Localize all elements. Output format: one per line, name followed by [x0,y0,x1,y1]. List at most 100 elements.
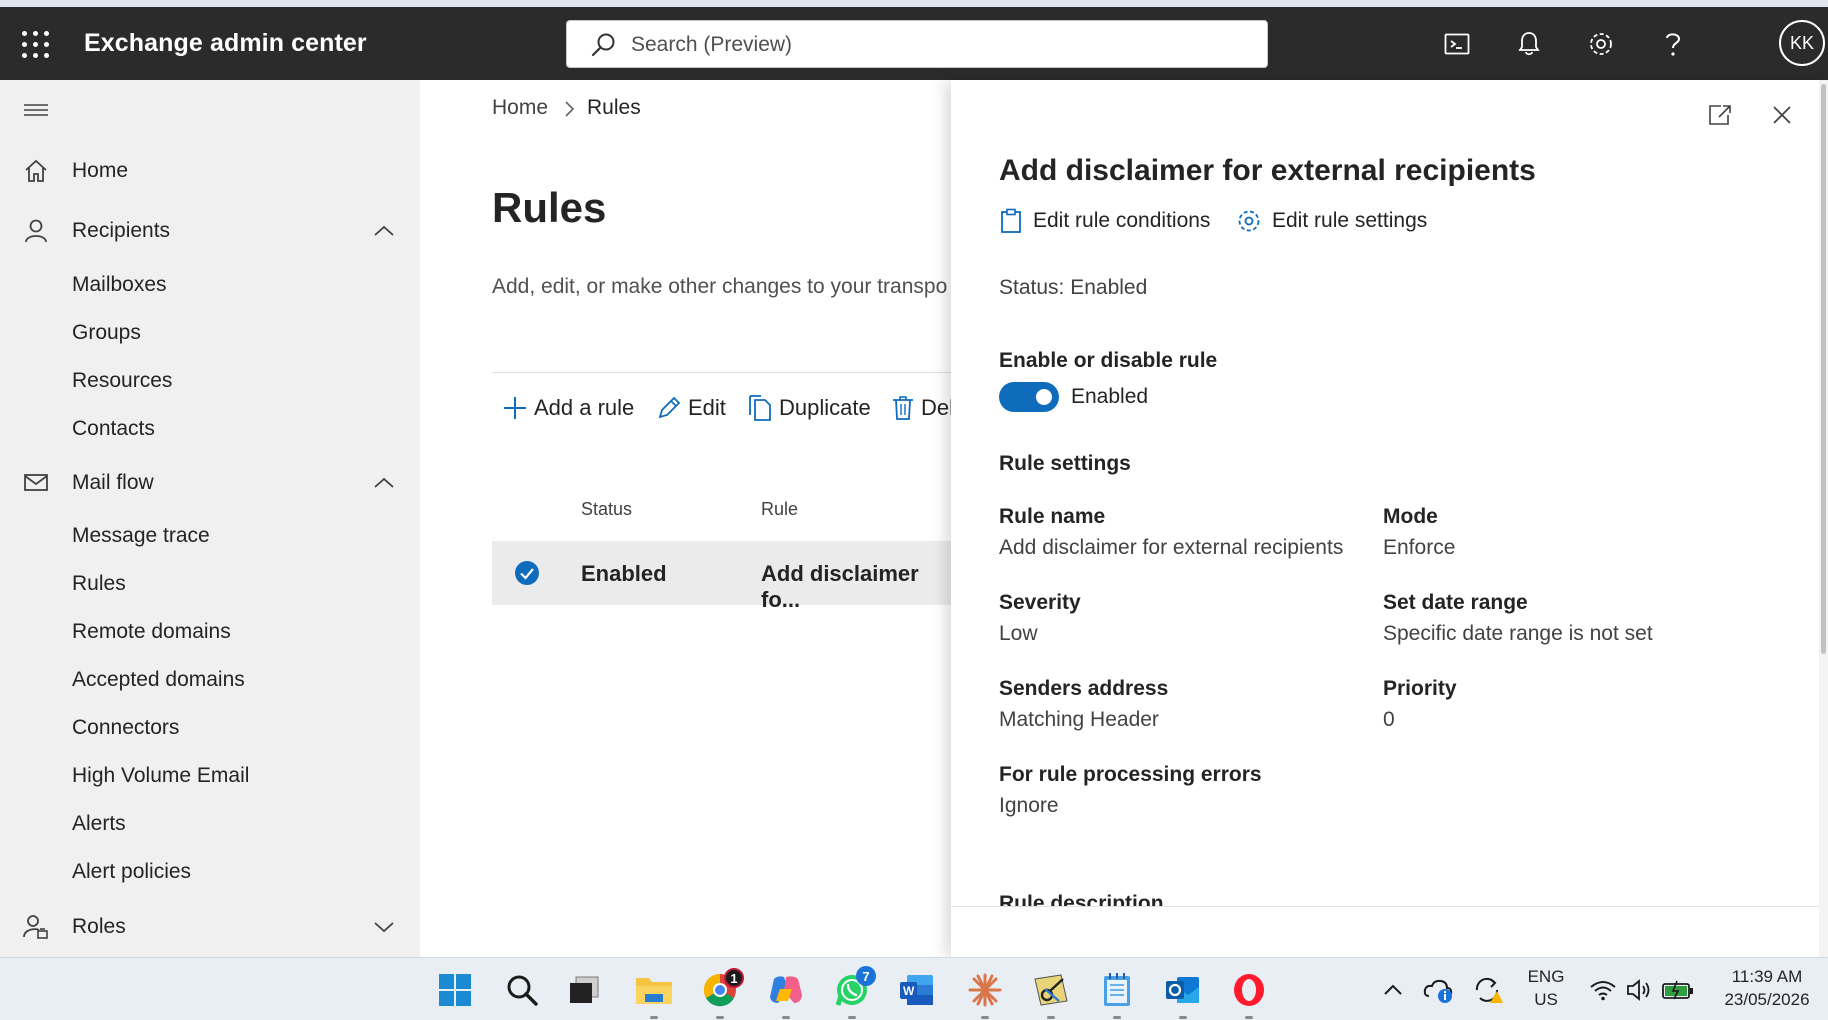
clock-time[interactable]: 11:39 AM [1712,967,1822,987]
add-rule-label: Add a rule [534,395,635,420]
nav-item-mail-flow[interactable]: Mail flow [0,461,420,505]
nav-sub-message-trace[interactable]: Message trace [72,524,210,548]
battery-charging-icon[interactable] [1659,971,1697,1009]
nav-sub-rules[interactable]: Rules [72,572,126,596]
claude-icon[interactable] [966,971,1004,1009]
top-bar: Exchange admin center KK [0,7,1828,80]
severity-label: Severity [999,591,1081,614]
edit-rule-settings-button[interactable]: Edit rule settings [1236,208,1427,234]
nav-label-home: Home [72,159,129,182]
sync-warning-icon[interactable] [1469,971,1507,1009]
hamburger-menu-icon[interactable] [22,100,50,120]
edit-rule-conditions-button[interactable]: Edit rule conditions [999,208,1210,234]
page-description: Add, edit, or make other changes to your… [492,275,948,298]
panel-scrollbar[interactable] [1819,80,1828,957]
outlook-icon[interactable] [1164,971,1202,1009]
search-icon [591,33,615,57]
clock-date[interactable]: 23/05/2026 [1712,990,1822,1010]
enable-rule-toggle[interactable] [999,382,1059,412]
app-launcher-icon[interactable] [20,29,50,59]
help-icon[interactable] [1656,27,1690,61]
mode-value: Enforce [1383,536,1456,559]
onedrive-info-icon[interactable] [1420,971,1458,1009]
breadcrumb-home[interactable]: Home [492,96,548,120]
nav-sub-high-volume-email[interactable]: High Volume Email [72,764,249,788]
scrollbar-thumb[interactable] [1821,84,1826,654]
whatsapp-notification-badge: 7 [856,966,876,986]
nav-sub-remote-domains[interactable]: Remote domains [72,620,231,644]
row-rule-cell: Add disclaimer fo... [761,561,919,612]
nav-item-roles[interactable]: Roles [0,905,420,949]
rule-settings-heading: Rule settings [999,452,1131,475]
nav-sub-groups[interactable]: Groups [72,321,141,345]
nav-sub-contacts[interactable]: Contacts [72,417,155,441]
duplicate-label: Duplicate [779,395,871,420]
close-icon[interactable] [1771,104,1793,126]
running-indicator [981,1016,989,1019]
add-rule-button[interactable]: Add a rule [502,391,634,425]
settings-gear-icon[interactable] [1584,27,1618,61]
wifi-icon[interactable] [1584,971,1622,1009]
table-row[interactable]: Enabled Add disclaimer fo... [492,541,952,612]
nav-item-recipients[interactable]: Recipients [0,209,420,253]
roles-person-icon [23,915,48,939]
delete-button[interactable]: Del [891,391,954,425]
trash-icon [893,396,913,420]
running-indicator [1047,1016,1055,1019]
notifications-icon[interactable] [1512,27,1546,61]
region-indicator[interactable]: US [1518,990,1574,1010]
senders-address-value: Matching Header [999,708,1159,731]
column-header-status[interactable]: Status [581,499,632,520]
language-indicator[interactable]: ENG [1518,967,1574,987]
nav-sub-mailboxes[interactable]: Mailboxes [72,273,167,297]
opera-icon[interactable] [1230,971,1268,1009]
notepad-icon[interactable] [1098,971,1136,1009]
nav-sub-alerts[interactable]: Alerts [72,812,126,836]
nav-sub-resources[interactable]: Resources [72,369,172,393]
file-explorer-icon[interactable] [635,971,673,1009]
duplicate-button[interactable]: Duplicate [747,391,871,425]
column-header-rule[interactable]: Rule [761,499,798,520]
command-bar-divider [492,372,952,373]
nav-sub-connectors[interactable]: Connectors [72,716,179,740]
volume-icon[interactable] [1620,971,1658,1009]
panel-footer-mask [951,907,1828,957]
rule-name-label: Rule name [999,505,1106,528]
left-navigation: Home Recipients Mailboxes Groups Resourc… [0,80,420,957]
chevron-right-icon [565,101,575,117]
user-avatar[interactable]: KK [1779,20,1825,66]
chevron-up-icon[interactable] [372,221,396,241]
edit-button[interactable]: Edit [656,391,726,425]
nav-label-mail-flow: Mail flow [72,471,154,494]
running-indicator [1113,1016,1121,1019]
cloud-shell-icon[interactable] [1440,27,1474,61]
home-icon [25,159,47,182]
rule-details-panel: Add disclaimer for external recipients E… [951,80,1828,957]
search-box[interactable] [566,20,1268,68]
copilot-icon[interactable] [767,971,805,1009]
search-icon[interactable] [503,971,541,1009]
word-icon[interactable]: W [898,971,936,1009]
nav-label-recipients: Recipients [72,219,171,242]
open-in-new-window-icon[interactable] [1707,103,1733,127]
show-hidden-icons-chevron-icon[interactable] [1374,971,1412,1009]
snipping-tool-icon[interactable] [1032,971,1070,1009]
running-indicator [1245,1016,1253,1019]
nav-item-home[interactable]: Home [0,149,420,193]
windows-start-icon[interactable] [436,971,474,1009]
checkmark-icon[interactable] [515,561,539,585]
nav-sub-alert-policies[interactable]: Alert policies [72,860,191,884]
edit-rule-settings-label: Edit rule settings [1272,209,1428,232]
app-title[interactable]: Exchange admin center [84,29,367,58]
search-input[interactable] [631,29,1231,61]
chevron-down-icon[interactable] [372,917,396,937]
senders-address-label: Senders address [999,677,1169,700]
running-indicator [782,1016,790,1019]
task-view-icon[interactable] [565,971,603,1009]
running-indicator [650,1016,658,1019]
breadcrumb-rules: Rules [587,96,641,119]
chevron-up-icon[interactable] [372,473,396,493]
browser-top-strip [0,0,1828,7]
edit-label: Edit [688,395,726,420]
nav-sub-accepted-domains[interactable]: Accepted domains [72,668,245,692]
